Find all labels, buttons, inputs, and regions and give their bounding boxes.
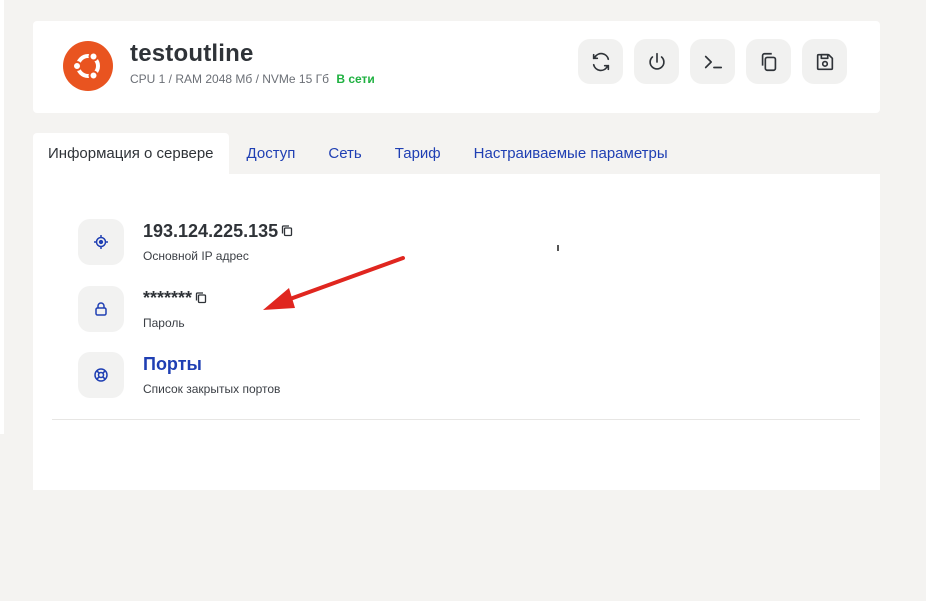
ports-link[interactable]: Порты	[143, 352, 280, 376]
ip-value-wrap: 193.124.225.135	[143, 219, 294, 243]
terminal-icon	[704, 55, 722, 68]
server-info-panel: 193.124.225.135 Основной IP адрес ******…	[33, 174, 880, 490]
console-button[interactable]	[690, 39, 735, 84]
status-badge: В сети	[336, 72, 375, 86]
copy-ip-icon[interactable]	[280, 224, 294, 238]
clone-button[interactable]	[746, 39, 791, 84]
server-name: testoutline	[130, 40, 254, 67]
power-icon	[648, 52, 665, 70]
copy-password-icon[interactable]	[194, 291, 208, 305]
password-value: *******	[143, 287, 193, 308]
reboot-button[interactable]	[578, 39, 623, 84]
ip-address: 193.124.225.135	[143, 220, 279, 241]
copy-icon	[761, 52, 776, 71]
ubuntu-logo-icon	[63, 41, 113, 91]
save-icon	[816, 53, 833, 70]
section-divider	[52, 419, 860, 420]
server-tabs: Информация о сервере Доступ Сеть Тариф Н…	[33, 133, 683, 174]
cursor-mark	[557, 245, 559, 251]
power-button[interactable]	[634, 39, 679, 84]
lock-icon	[78, 286, 124, 332]
ports-label: Список закрытых портов	[143, 382, 281, 396]
tab-tariff[interactable]: Тариф	[380, 133, 456, 174]
ports-row: Порты Список закрытых портов	[78, 352, 280, 398]
lifebuoy-icon	[78, 352, 124, 398]
server-header-card: testoutline CPU 1 / RAM 2048 Мб / NVMe 1…	[33, 21, 880, 113]
password-label: Пароль	[143, 316, 185, 330]
server-specs-text: CPU 1 / RAM 2048 Мб / NVMe 15 Гб	[130, 72, 329, 86]
password-value-wrap: *******	[143, 286, 208, 310]
tab-access[interactable]: Доступ	[232, 133, 311, 174]
left-panel-edge	[0, 0, 4, 434]
target-icon	[78, 219, 124, 265]
password-row: ******* Пароль	[78, 286, 208, 332]
annotation-arrow-icon	[263, 256, 405, 310]
tab-network[interactable]: Сеть	[313, 133, 376, 174]
refresh-icon	[592, 52, 609, 71]
tab-server-info[interactable]: Информация о сервере	[33, 133, 229, 174]
server-toolbar	[578, 39, 847, 84]
tab-custom-params[interactable]: Настраиваемые параметры	[459, 133, 683, 174]
server-specs: CPU 1 / RAM 2048 Мб / NVMe 15 Гб В сети	[130, 72, 375, 86]
backup-button[interactable]	[802, 39, 847, 84]
